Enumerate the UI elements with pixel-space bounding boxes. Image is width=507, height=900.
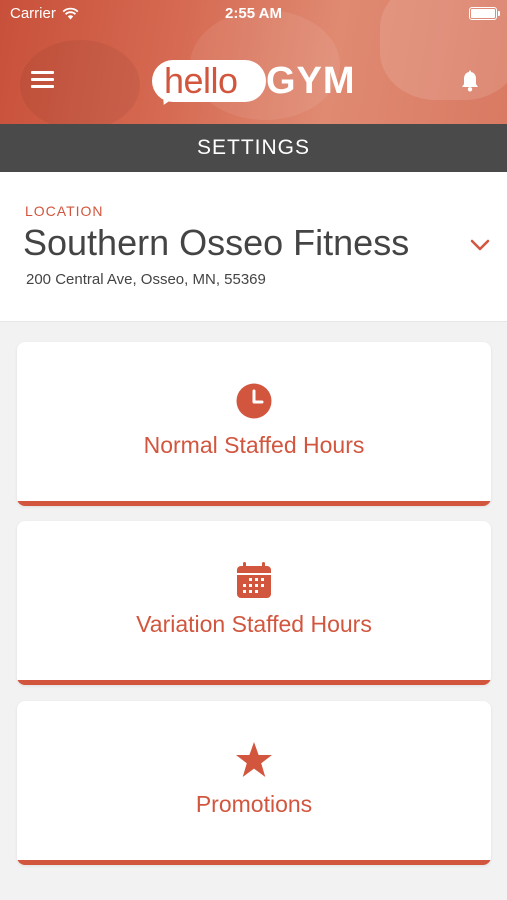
promotions-label: Promotions <box>195 791 313 817</box>
logo-gym-text: GYM <box>266 60 356 102</box>
bell-icon[interactable] <box>460 70 480 92</box>
normal-staffed-hours-label: Normal Staffed Hours <box>143 432 365 458</box>
chevron-down-icon[interactable] <box>470 238 490 252</box>
card-accent-bar <box>17 680 491 685</box>
location-address: 200 Central Ave, Osseo, MN, 55369 <box>26 271 266 288</box>
page-title: SETTINGS <box>0 124 507 172</box>
promotions-card[interactable]: Promotions <box>17 701 491 865</box>
normal-staffed-hours-card[interactable]: Normal Staffed Hours <box>17 342 491 506</box>
hamburger-menu-icon[interactable] <box>31 71 54 89</box>
card-accent-bar <box>17 501 491 506</box>
hellogym-logo: hello GYM <box>152 58 372 109</box>
clock-icon <box>236 383 272 419</box>
variation-staffed-hours-label: Variation Staffed Hours <box>136 611 372 637</box>
status-time: 2:55 AM <box>225 5 282 22</box>
status-bar: Carrier 2:55 AM <box>0 0 507 28</box>
battery-icon <box>469 7 500 20</box>
logo-hello-text: hello <box>164 60 238 101</box>
card-accent-bar <box>17 860 491 865</box>
variation-staffed-hours-card[interactable]: Variation Staffed Hours <box>17 521 491 685</box>
location-name[interactable]: Southern Osseo Fitness <box>23 222 409 264</box>
location-label: LOCATION <box>25 203 104 219</box>
calendar-icon <box>237 562 271 598</box>
location-section: LOCATION Southern Osseo Fitness 200 Cent… <box>0 172 507 322</box>
star-icon <box>236 742 272 777</box>
